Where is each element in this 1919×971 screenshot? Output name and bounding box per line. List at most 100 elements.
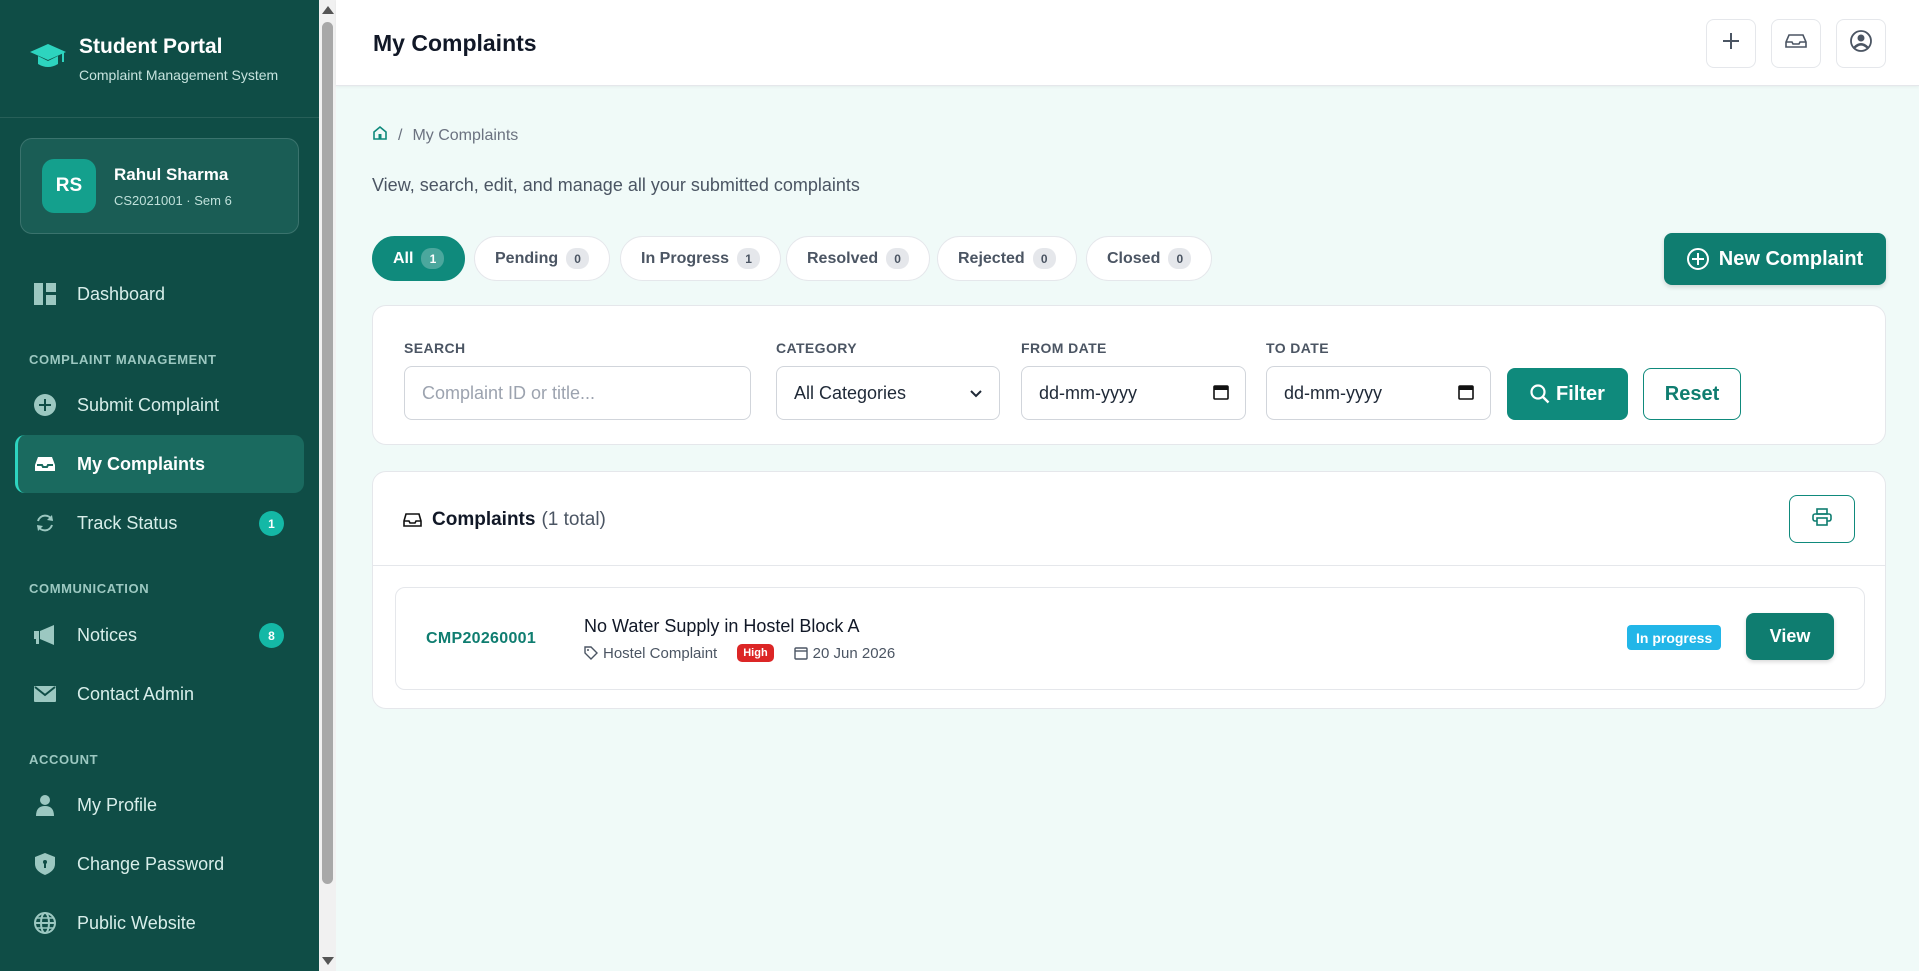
- complaint-id: CMP20260001: [426, 630, 537, 647]
- dashboard-icon: [33, 282, 57, 306]
- plus-icon: [1723, 33, 1739, 54]
- table-row[interactable]: CMP20260001 No Water Supply in Hostel Bl…: [395, 587, 1865, 690]
- brand-subtitle: Complaint Management System: [79, 66, 279, 83]
- refresh-icon: [33, 511, 57, 535]
- brand[interactable]: Student Portal Complaint Management Syst…: [0, 0, 319, 118]
- category-value: All Categories: [794, 382, 907, 403]
- from-date-label: FROM DATE: [1021, 340, 1107, 356]
- sidebar-item-label: Notices: [77, 624, 138, 645]
- complaint-date: 20 Jun 2026: [812, 644, 896, 662]
- tab-pending[interactable]: Pending 0: [474, 236, 611, 281]
- nav-section-communication: COMMUNICATION: [29, 581, 150, 596]
- sidebar-item-label: My Complaints: [77, 453, 206, 474]
- inbox-icon: [403, 513, 422, 527]
- scroll-thumb[interactable]: [322, 22, 333, 884]
- new-complaint-label: New Complaint: [1718, 247, 1864, 270]
- priority-badge: High: [737, 644, 774, 662]
- user-meta: CS2021001 · Sem 6: [114, 192, 232, 208]
- sidebar-item-contact-admin[interactable]: Contact Admin: [15, 665, 304, 723]
- scroll-down-arrow-icon[interactable]: [322, 957, 334, 965]
- sidebar-item-track-status[interactable]: Track Status 1: [15, 494, 304, 552]
- calendar-icon[interactable]: [1458, 384, 1474, 405]
- inbox-icon: [33, 452, 57, 476]
- breadcrumb: / My Complaints: [372, 125, 518, 146]
- breadcrumb-current: My Complaints: [412, 126, 519, 144]
- from-date-input[interactable]: dd-mm-yyyy: [1021, 366, 1246, 420]
- tab-count: 1: [737, 248, 761, 269]
- complaint-meta: Hostel Complaint High 20 Jun 2026: [584, 644, 895, 662]
- tab-all[interactable]: All 1: [372, 236, 466, 281]
- reset-button[interactable]: Reset: [1643, 368, 1741, 420]
- tag-icon: [584, 646, 598, 660]
- tab-count: 0: [566, 248, 590, 269]
- brand-title: Student Portal: [79, 34, 223, 58]
- tab-count: 0: [1168, 248, 1192, 269]
- category-select[interactable]: All Categories: [776, 366, 1000, 420]
- tab-in-progress[interactable]: In Progress 1: [620, 236, 782, 281]
- user-icon: [33, 793, 57, 817]
- sidebar-item-label: Track Status: [77, 512, 178, 533]
- sidebar-item-label: Change Password: [77, 853, 225, 874]
- filter-label: Filter: [1556, 382, 1605, 405]
- calendar-icon: [793, 646, 808, 660]
- tab-count: 0: [1032, 248, 1056, 269]
- topbar: My Complaints: [336, 0, 1919, 86]
- sidebar-item-my-profile[interactable]: My Profile: [15, 776, 304, 834]
- user-name: Rahul Sharma: [114, 164, 229, 184]
- search-input[interactable]: Complaint ID or title...: [404, 366, 751, 420]
- tab-label: Rejected: [958, 249, 1025, 267]
- sidebar-item-label: Submit Complaint: [77, 394, 220, 415]
- sidebar-scrollbar[interactable]: [319, 0, 336, 971]
- tab-label: All: [393, 249, 414, 267]
- sidebar: Student Portal Complaint Management Syst…: [0, 0, 319, 971]
- print-button[interactable]: [1789, 495, 1855, 543]
- sidebar-item-notices[interactable]: Notices 8: [15, 606, 304, 664]
- user-card[interactable]: RS Rahul Sharma CS2021001 · Sem 6: [20, 138, 299, 234]
- complaints-list: Complaints (1 total) CMP20260001 No Wate…: [372, 471, 1886, 709]
- to-date-input[interactable]: dd-mm-yyyy: [1266, 366, 1491, 420]
- page-title: My Complaints: [373, 30, 537, 56]
- profile-button[interactable]: [1836, 19, 1886, 68]
- filter-button[interactable]: Filter: [1507, 368, 1628, 420]
- tab-count: 0: [886, 248, 910, 269]
- user-circle-icon: [1850, 30, 1872, 57]
- add-button[interactable]: [1706, 19, 1756, 68]
- sidebar-item-public-website[interactable]: Public Website: [15, 894, 304, 952]
- breadcrumb-separator: /: [398, 126, 403, 144]
- sidebar-item-submit-complaint[interactable]: Submit Complaint: [15, 376, 304, 434]
- track-status-badge: 1: [259, 511, 284, 536]
- calendar-icon[interactable]: [1213, 384, 1229, 405]
- chevron-down-icon: [969, 384, 983, 405]
- view-button[interactable]: View: [1746, 613, 1834, 660]
- megaphone-icon: [33, 623, 57, 647]
- filter-panel: SEARCH Complaint ID or title... CATEGORY…: [372, 305, 1886, 445]
- list-title: Complaints (1 total): [403, 509, 606, 531]
- to-date-value: dd-mm-yyyy: [1284, 382, 1382, 403]
- search-icon: [1530, 384, 1550, 404]
- page-subtitle: View, search, edit, and manage all your …: [372, 175, 860, 195]
- plus-circle-icon: [33, 393, 57, 417]
- globe-icon: [33, 911, 57, 935]
- plus-circle-icon: [1686, 248, 1709, 270]
- tab-rejected[interactable]: Rejected 0: [937, 236, 1077, 281]
- sidebar-item-dashboard[interactable]: Dashboard: [15, 265, 304, 323]
- tab-label: Closed: [1107, 249, 1161, 267]
- tab-label: In Progress: [641, 249, 730, 267]
- tab-count: 1: [421, 248, 445, 269]
- nav-section-complaint: COMPLAINT MANAGEMENT: [29, 352, 217, 367]
- nav-section-account: ACCOUNT: [29, 752, 99, 767]
- home-icon[interactable]: [372, 125, 388, 146]
- envelope-icon: [33, 682, 57, 706]
- sidebar-item-label: Contact Admin: [77, 683, 195, 704]
- list-total: (1 total): [541, 509, 606, 530]
- sidebar-item-my-complaints[interactable]: My Complaints: [15, 435, 304, 493]
- graduation-cap-icon: [29, 38, 67, 76]
- sidebar-item-change-password[interactable]: Change Password: [15, 835, 304, 893]
- inbox-button[interactable]: [1771, 19, 1821, 68]
- new-complaint-button[interactable]: New Complaint: [1664, 233, 1886, 285]
- inbox-icon: [1785, 33, 1807, 54]
- scroll-up-arrow-icon[interactable]: [322, 6, 334, 14]
- tab-closed[interactable]: Closed 0: [1086, 236, 1213, 281]
- to-date-label: TO DATE: [1266, 340, 1329, 356]
- tab-resolved[interactable]: Resolved 0: [786, 236, 931, 281]
